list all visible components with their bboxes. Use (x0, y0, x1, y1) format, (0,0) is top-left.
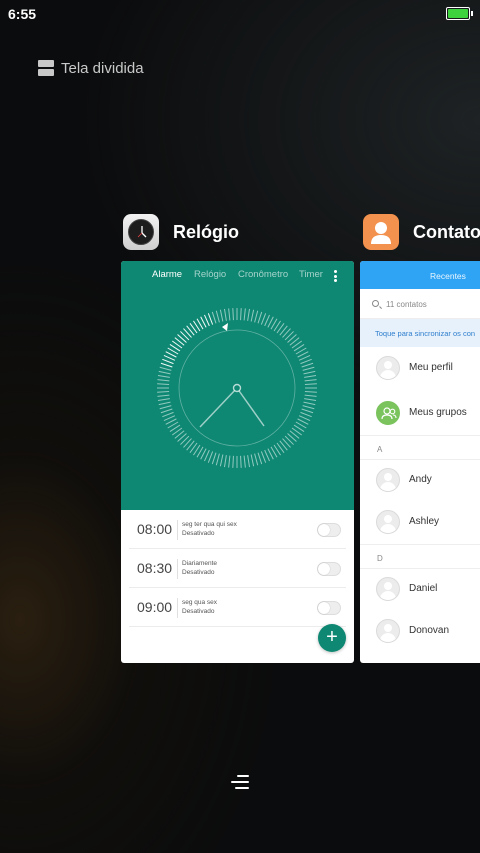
avatar (376, 356, 400, 380)
alarm-time: 09:00 (137, 599, 173, 615)
alarm-time: 08:00 (137, 521, 173, 537)
tab-stopwatch[interactable]: Cronômetro (238, 269, 288, 280)
contact-item[interactable]: Donovan (360, 610, 480, 652)
battery-icon (446, 7, 473, 20)
contacts-app-title: Contatos (413, 221, 480, 242)
clock-app-title: Relógio (173, 221, 239, 242)
avatar (376, 619, 400, 643)
alarm-status: Desativado (182, 569, 215, 576)
my-groups-item[interactable]: Meus grupos (360, 392, 480, 434)
alarm-row[interactable]: 08:30 Diariamente Desativado (121, 549, 354, 588)
my-profile-item[interactable]: Meu perfil (360, 347, 480, 389)
split-screen-label: Tela dividida (61, 59, 144, 77)
contacts-app-header[interactable]: Contatos (363, 214, 480, 250)
contact-name: Ashley (409, 516, 440, 527)
clock-icon (123, 214, 159, 250)
tab-recent[interactable]: Recentes (430, 271, 466, 281)
tab-alarm[interactable]: Alarme (152, 269, 182, 280)
clock-tabs: Alarme Relógio Cronômetro Timer (121, 269, 354, 283)
status-bar: 6:55 (0, 0, 480, 28)
add-alarm-button[interactable]: + (318, 624, 346, 652)
clock-header: Alarme Relógio Cronômetro Timer (121, 261, 354, 510)
contacts-app-card[interactable]: Recentes 11 contatos Toque para sincroni… (360, 261, 480, 663)
clock-app-header[interactable]: Relógio (123, 214, 239, 250)
contact-item[interactable]: Daniel (360, 568, 480, 610)
alarm-status: Desativado (182, 530, 215, 537)
contact-name: Daniel (409, 583, 438, 594)
section-letter: A (377, 445, 383, 454)
alarm-time: 08:30 (137, 560, 173, 576)
contacts-header: Recentes (360, 261, 480, 289)
avatar (376, 577, 400, 601)
battery-level (448, 9, 468, 18)
search-input[interactable]: 11 contatos (386, 300, 427, 309)
contact-name: Donovan (409, 625, 450, 636)
alarm-days: Diariamente (182, 560, 218, 567)
alarm-status: Desativado (182, 608, 215, 615)
alarm-days: seg qua sex (182, 599, 218, 606)
clear-all-button[interactable] (231, 775, 249, 789)
avatar (376, 468, 400, 492)
contact-name: Meus grupos (409, 407, 467, 418)
analog-clock-dial (157, 308, 317, 468)
contacts-icon (363, 214, 399, 250)
alarm-row[interactable]: 08:00 seg ter qua qui sex Desativado (121, 510, 354, 549)
alarm-days: seg ter qua qui sex (182, 521, 237, 528)
sync-banner[interactable]: Toque para sincronizar os con (360, 319, 480, 347)
alarm-toggle[interactable] (317, 562, 341, 576)
contact-item[interactable]: Andy (360, 459, 480, 501)
section-letter: D (377, 554, 383, 563)
contact-item[interactable]: Ashley (360, 501, 480, 543)
sync-banner-text: Toque para sincronizar os con (375, 329, 476, 338)
avatar (376, 510, 400, 534)
group-icon (376, 401, 400, 425)
contact-name: Meu perfil (409, 362, 453, 373)
alarm-toggle[interactable] (317, 601, 341, 615)
split-screen-button[interactable]: Tela dividida (38, 58, 144, 78)
alarm-row[interactable]: 09:00 seg qua sex Desativado (121, 588, 354, 627)
more-options-icon[interactable] (334, 270, 337, 282)
contact-name: Andy (409, 474, 432, 485)
status-time: 6:55 (8, 6, 37, 22)
search-icon (372, 300, 379, 307)
clock-app-card[interactable]: Alarme Relógio Cronômetro Timer 08:00 se… (121, 261, 354, 663)
alarm-toggle[interactable] (317, 523, 341, 537)
split-screen-icon (38, 60, 54, 76)
tab-clock[interactable]: Relógio (194, 269, 226, 280)
contacts-search[interactable]: 11 contatos (360, 289, 480, 319)
tab-timer[interactable]: Timer (299, 269, 323, 280)
